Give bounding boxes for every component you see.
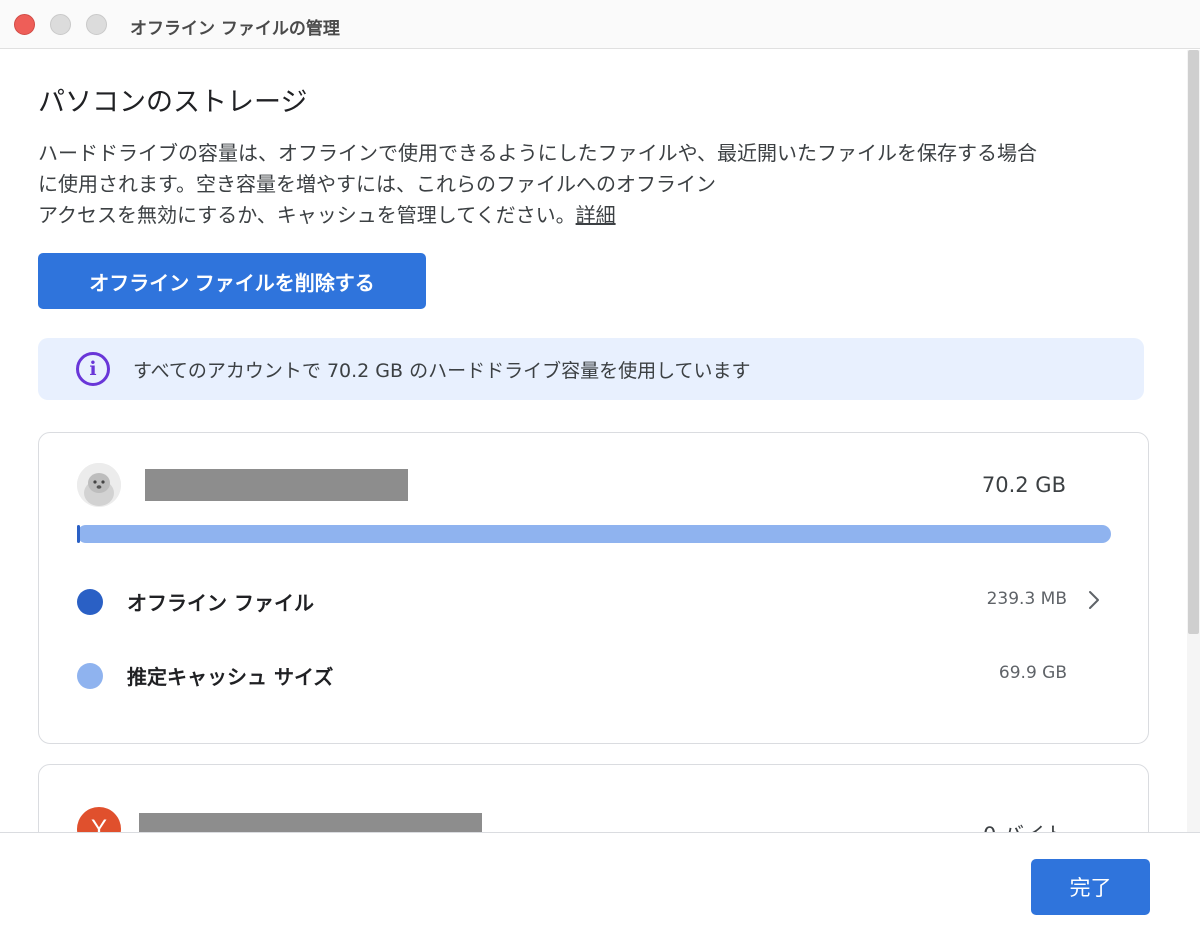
storage-usage-bar xyxy=(77,525,1111,543)
description-line-1: ハードドライブの容量は、オフラインで使用できるようにしたファイルや、最近開いたフ… xyxy=(38,141,1037,165)
storage-description: ハードドライブの容量は、オフラインで使用できるようにしたファイルや、最近開いたフ… xyxy=(38,138,1158,231)
maximize-window-button[interactable] xyxy=(86,14,107,35)
account-total-size: 70.2 GB xyxy=(981,473,1066,497)
offline-files-legend-dot xyxy=(77,589,103,615)
delete-offline-files-button[interactable]: オフライン ファイルを削除する xyxy=(38,253,426,309)
description-line-2: に使用されます。空き容量を増やすには、これらのファイルへのオフライン xyxy=(38,172,716,196)
redacted-account-name xyxy=(139,813,482,832)
account-card-2: Y 0 バイト xyxy=(38,764,1149,832)
scroll-content[interactable]: パソコンのストレージ ハードドライブの容量は、オフラインで使用できるようにしたフ… xyxy=(0,50,1200,832)
description-line-3-text: アクセスを無効にするか、キャッシュを管理してください。 xyxy=(38,203,576,227)
title-bar: オフライン ファイルの管理 xyxy=(0,0,1200,49)
minimize-window-button[interactable] xyxy=(50,14,71,35)
scrollbar-track[interactable] xyxy=(1187,50,1200,832)
chevron-right-icon[interactable] xyxy=(1083,589,1105,611)
dog-photo-icon xyxy=(77,463,121,507)
done-button[interactable]: 完了 xyxy=(1031,859,1150,915)
offline-usage-fill xyxy=(77,525,81,543)
info-icon: i xyxy=(76,352,110,386)
window-title: オフライン ファイルの管理 xyxy=(130,19,340,39)
cache-size-row: 推定キャッシュ サイズ 69.9 GB xyxy=(77,655,1111,695)
description-line-3: アクセスを無効にするか、キャッシュを管理してください。詳細 xyxy=(38,200,1158,231)
offline-files-size: 239.3 MB xyxy=(986,589,1067,609)
cache-size-value: 69.9 GB xyxy=(998,663,1067,683)
avatar-letter: Y xyxy=(77,807,121,832)
scrollbar-thumb[interactable] xyxy=(1188,50,1199,634)
info-banner: i すべてのアカウントで 70.2 GB のハードドライブ容量を使用しています xyxy=(38,338,1144,400)
cache-size-label: 推定キャッシュ サイズ xyxy=(127,665,334,689)
learn-more-link[interactable]: 詳細 xyxy=(576,203,616,227)
avatar xyxy=(77,463,121,507)
info-banner-text: すべてのアカウントで 70.2 GB のハードドライブ容量を使用しています xyxy=(133,360,751,382)
redacted-account-name xyxy=(145,469,408,501)
dialog-footer: 完了 xyxy=(0,832,1200,938)
offline-files-label: オフライン ファイル xyxy=(127,591,314,615)
account-total-size: 0 バイト xyxy=(983,819,1066,832)
account-card: 70.2 GB オフライン ファイル 239.3 MB 推定キャッシュ サイズ … xyxy=(38,432,1149,744)
offline-files-row[interactable]: オフライン ファイル 239.3 MB xyxy=(77,581,1111,621)
page-title: パソコンのストレージ xyxy=(38,87,308,118)
cache-legend-dot xyxy=(77,663,103,689)
close-window-button[interactable] xyxy=(14,14,35,35)
